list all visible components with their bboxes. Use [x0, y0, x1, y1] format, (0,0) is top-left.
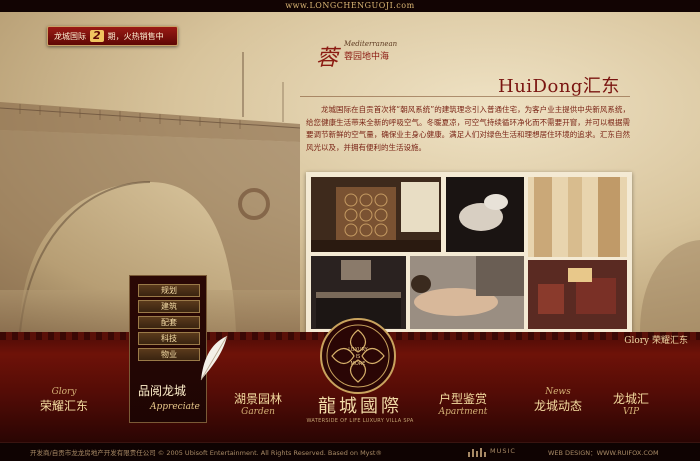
title-divider — [300, 96, 630, 97]
promo-badge[interactable]: 龙城国际 2 期，火热销售中 — [47, 26, 178, 46]
site-url[interactable]: www.LONGCHENGUOJI.com — [0, 0, 700, 12]
photo-gallery — [306, 172, 632, 332]
music-label[interactable]: MUSIC — [490, 447, 516, 455]
logo-latin: Mediterranean — [344, 40, 398, 48]
nav-garden-en: Garden — [241, 407, 275, 417]
logo-chinese: 蓉园地中海 — [344, 52, 390, 62]
nav-vip-en: VIP — [622, 407, 640, 417]
web-design-credit[interactable]: WEB DESIGN：WWW.RUIFOX.COM — [548, 447, 659, 457]
nav-garden[interactable]: 湖景园林 Garden — [228, 390, 288, 417]
submenu-item-property[interactable]: 物业 — [138, 348, 200, 361]
brand-tagline: WATERSIDE OF LIFE LUXURY VILLA SPA — [306, 418, 414, 424]
promo-text: 期，火热销售中 — [107, 31, 164, 41]
nav-glory-en: Glory — [51, 387, 77, 397]
nav-apartment[interactable]: 户型鉴赏 Apartment — [430, 390, 496, 417]
glory-link[interactable]: Glory 荣耀汇东 — [624, 333, 688, 346]
project-logo[interactable]: 蓉 Mediterranean 蓉园地中海 — [316, 34, 398, 74]
section-paragraph: 龙城国际在自贡首次将“朝风系统”的建筑理念引入普通住宅，为客户业主提供中央新风系… — [306, 105, 630, 152]
footer: 开发商/自贡市龙龙房地产开发有限责任公司 © 2005 Ubisoft Ente… — [0, 442, 700, 461]
emblem-top: LUXURY — [348, 347, 368, 353]
photo-collage — [311, 177, 627, 329]
page: www.LONGCHENGUOJI.com 龙城国际 2 期，火热销售中 蓉 M… — [0, 0, 700, 461]
nav-vip-cn: 龙城汇 — [612, 392, 649, 406]
nav-apartment-cn: 户型鉴赏 — [438, 392, 487, 406]
promo-prefix: 龙城国际 — [54, 31, 86, 41]
submenu-item-architecture[interactable]: 建筑 — [138, 300, 200, 313]
nav-appreciate-cn[interactable]: 品阅龙城 — [138, 382, 186, 399]
brand-chinese: 龍城國際 — [318, 396, 402, 417]
nav-glory-cn: 荣耀汇东 — [39, 399, 88, 413]
nav-news[interactable]: News 龙城动态 — [528, 387, 588, 414]
emblem-bot: MORE — [351, 361, 366, 367]
emblem-mid: IS — [356, 354, 361, 360]
section-title: HuiDong汇东 — [498, 76, 620, 97]
nav-news-cn: 龙城动态 — [533, 399, 582, 413]
promo-number: 2 — [90, 30, 104, 42]
copyright-text: 开发商/自贡市龙龙房地产开发有限责任公司 © 2005 Ubisoft Ente… — [30, 449, 382, 457]
submenu-item-facilities[interactable]: 配套 — [138, 316, 200, 329]
nav-apartment-en: Apartment — [438, 407, 488, 417]
nav-garden-cn: 湖景园林 — [233, 392, 282, 406]
submenu-item-technology[interactable]: 科技 — [138, 332, 200, 345]
nav-vip[interactable]: 龙城汇 VIP — [606, 390, 656, 417]
nav-appreciate-en: Appreciate — [150, 402, 200, 412]
logo-character: 蓉 — [316, 46, 339, 71]
nav-glory[interactable]: Glory 荣耀汇东 — [34, 387, 94, 414]
feather-icon — [200, 335, 228, 381]
appreciate-submenu: 规划 建筑 配套 科技 物业 品阅龙城 Appreciate — [129, 275, 207, 423]
submenu-item-planning[interactable]: 规划 — [138, 284, 200, 297]
nav-news-en: News — [545, 387, 571, 397]
luxury-emblem-icon[interactable]: LUXURY IS MORE — [318, 316, 398, 396]
top-bar: www.LONGCHENGUOJI.com — [0, 0, 700, 12]
brand-logo[interactable]: 龍城國際 WATERSIDE OF LIFE LUXURY VILLA SPA — [300, 392, 420, 424]
hero-section: 龙城国际 2 期，火热销售中 蓉 Mediterranean 蓉园地中海 Hui… — [0, 12, 700, 332]
